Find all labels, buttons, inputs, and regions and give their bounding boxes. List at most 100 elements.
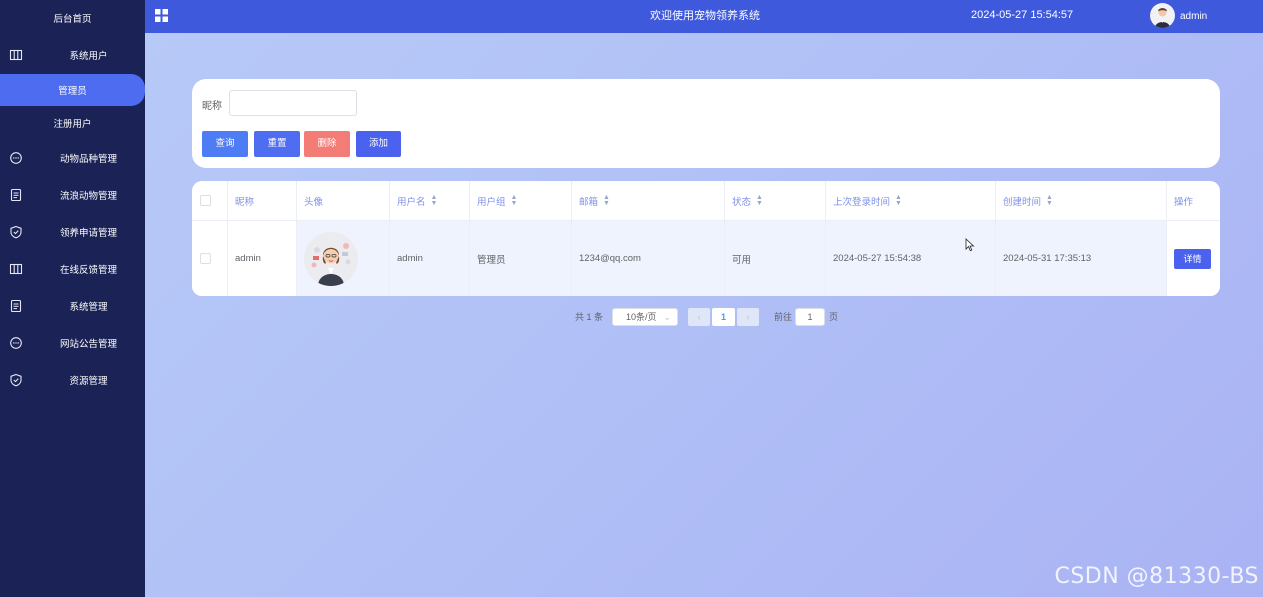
sidebar-item-label: 系统用户	[69, 51, 108, 62]
status-value: 可用	[732, 254, 752, 266]
reset-button[interactable]: 重置	[254, 131, 300, 157]
cell-status: 可用	[725, 221, 826, 296]
header-username[interactable]: 用户名 ▲ ▼	[390, 181, 470, 220]
detail-button[interactable]: 详情	[1174, 248, 1211, 269]
cell-created: 2024-05-31 17:35:13	[996, 221, 1167, 296]
cell-nickname: admin	[228, 221, 297, 296]
created-value: 2024-05-31 17:35:13	[1003, 253, 1092, 264]
page-suffix-label: 页	[829, 312, 839, 322]
sidebar-item-home[interactable]: 后台首页	[0, 2, 145, 34]
sidebar: 后台首页 系统用户 管理员 注册用户 动物品种管理 流浪动物管理 领养申请管理 …	[0, 0, 145, 597]
goto-label: 前往	[774, 312, 793, 322]
page-size-value: 10条/页	[626, 312, 657, 322]
nickname-value: admin	[235, 253, 261, 264]
sidebar-item-stray-animals[interactable]: 流浪动物管理	[0, 179, 145, 211]
row-select-cell	[192, 221, 228, 296]
row-checkbox[interactable]	[200, 253, 211, 264]
cell-email: 1234@qq.com	[572, 221, 725, 296]
username-display[interactable]: admin	[1180, 0, 1207, 33]
current-datetime: 2024-05-27 15:54:57	[971, 9, 1074, 21]
sidebar-item-resources[interactable]: 资源管理	[0, 364, 145, 396]
pagination-total: 共 1 条	[575, 312, 604, 322]
sort-icon[interactable]: ▲ ▼	[1046, 194, 1053, 207]
columns-icon	[9, 263, 23, 275]
sidebar-item-label: 资源管理	[69, 376, 108, 387]
header-status[interactable]: 状态 ▲ ▼	[725, 181, 826, 220]
sidebar-item-feedback[interactable]: 在线反馈管理	[0, 253, 145, 285]
sidebar-item-announcements[interactable]: 网站公告管理	[0, 327, 145, 359]
table-header-row: 昵称 头像 用户名 ▲ ▼ 用户组 ▲ ▼ 邮箱 ▲ ▼ 状态 ▲ ▼ 上次登录时间 ▲ ▼ 创建时…	[192, 181, 1220, 221]
header-email[interactable]: 邮箱 ▲ ▼	[572, 181, 725, 220]
cell-avatar	[297, 221, 390, 296]
sidebar-item-adoption-requests[interactable]: 领养申请管理	[0, 216, 145, 248]
username-value: admin	[397, 253, 423, 264]
header-label: 用户组	[477, 196, 506, 208]
header-actions: 操作	[1167, 181, 1220, 220]
header-label: 状态	[732, 196, 752, 208]
header-label: 创建时间	[1003, 196, 1042, 208]
sidebar-item-breeds[interactable]: 动物品种管理	[0, 142, 145, 174]
document-icon	[10, 299, 22, 313]
header-created[interactable]: 创建时间 ▲ ▼	[996, 181, 1167, 220]
header-label: 昵称	[235, 196, 255, 208]
header-select-cell	[192, 181, 228, 220]
header-group[interactable]: 用户组 ▲ ▼	[470, 181, 572, 220]
chat-icon	[10, 152, 22, 164]
sort-icon[interactable]: ▲ ▼	[511, 194, 518, 207]
header-label: 操作	[1174, 196, 1194, 208]
sidebar-item-system-management[interactable]: 系统管理	[0, 290, 145, 322]
delete-button[interactable]: 删除	[304, 131, 350, 157]
sidebar-item-label: 流浪动物管理	[59, 191, 117, 202]
page-number-current[interactable]: 1	[712, 308, 735, 326]
sidebar-item-admin[interactable]: 管理员	[0, 74, 145, 106]
document-icon	[10, 188, 22, 202]
chevron-left-icon: ‹	[697, 312, 701, 322]
select-all-checkbox[interactable]	[200, 195, 211, 206]
query-button[interactable]: 查询	[202, 131, 248, 157]
person-avatar-icon	[1155, 8, 1170, 28]
sort-icon[interactable]: ▲ ▼	[603, 194, 610, 207]
grid-menu-icon[interactable]	[154, 8, 169, 23]
page-size-select[interactable]: 10条/页 ⌄	[612, 308, 678, 326]
app-title: 欢迎使用宠物领养系统	[650, 10, 760, 22]
sidebar-item-label: 网站公告管理	[59, 339, 117, 350]
next-page-button[interactable]: ›	[737, 308, 759, 326]
chevron-down-icon: ⌄	[663, 312, 671, 322]
sidebar-item-registered-users[interactable]: 注册用户	[0, 107, 145, 139]
user-avatar-image	[304, 231, 358, 286]
admin-table: 昵称 头像 用户名 ▲ ▼ 用户组 ▲ ▼ 邮箱 ▲ ▼ 状态 ▲ ▼ 上次登录时间 ▲ ▼ 创建时…	[192, 181, 1220, 296]
sidebar-item-label: 注册用户	[53, 119, 92, 130]
sidebar-item-label: 在线反馈管理	[59, 265, 117, 276]
businesswoman-avatar-icon	[304, 231, 358, 286]
user-avatar[interactable]	[1150, 3, 1175, 28]
search-panel: 昵称 查询 重置 删除 添加	[192, 79, 1220, 168]
sidebar-item-system-users[interactable]: 系统用户	[0, 39, 145, 71]
table-row: admin admin 管理员 1234@qq.com 可用 2024-05-2…	[192, 221, 1220, 296]
goto-page-input[interactable]: 1	[795, 308, 825, 326]
cell-actions: 详情	[1167, 221, 1220, 296]
shield-check-icon	[10, 373, 22, 387]
group-value: 管理员	[477, 254, 506, 266]
shield-check-icon	[10, 225, 22, 239]
header-label: 上次登录时间	[833, 196, 891, 208]
sidebar-item-label: 后台首页	[53, 14, 92, 25]
header-nickname: 昵称	[228, 181, 297, 220]
cell-group: 管理员	[470, 221, 572, 296]
sidebar-item-label: 领养申请管理	[59, 228, 117, 239]
chat-icon	[10, 337, 22, 349]
main-content: 昵称 查询 重置 删除 添加 昵称 头像 用户名 ▲ ▼ 用户组 ▲ ▼ 邮箱 ▲ ▼ 状态…	[145, 33, 1263, 597]
sidebar-item-label: 管理员	[58, 86, 87, 97]
prev-page-button[interactable]: ‹	[688, 308, 710, 326]
sort-icon[interactable]: ▲ ▼	[895, 194, 902, 207]
mouse-cursor-icon	[965, 238, 975, 252]
header-avatar: 头像	[297, 181, 390, 220]
sidebar-item-label: 动物品种管理	[59, 154, 117, 165]
header-last-login[interactable]: 上次登录时间 ▲ ▼	[826, 181, 996, 220]
header-label: 用户名	[397, 196, 426, 208]
nickname-search-input[interactable]	[229, 90, 357, 116]
sort-icon[interactable]: ▲ ▼	[756, 194, 763, 207]
columns-icon	[9, 49, 23, 61]
sort-icon[interactable]: ▲ ▼	[431, 194, 438, 207]
add-button[interactable]: 添加	[356, 131, 401, 157]
nickname-label: 昵称	[202, 101, 222, 112]
